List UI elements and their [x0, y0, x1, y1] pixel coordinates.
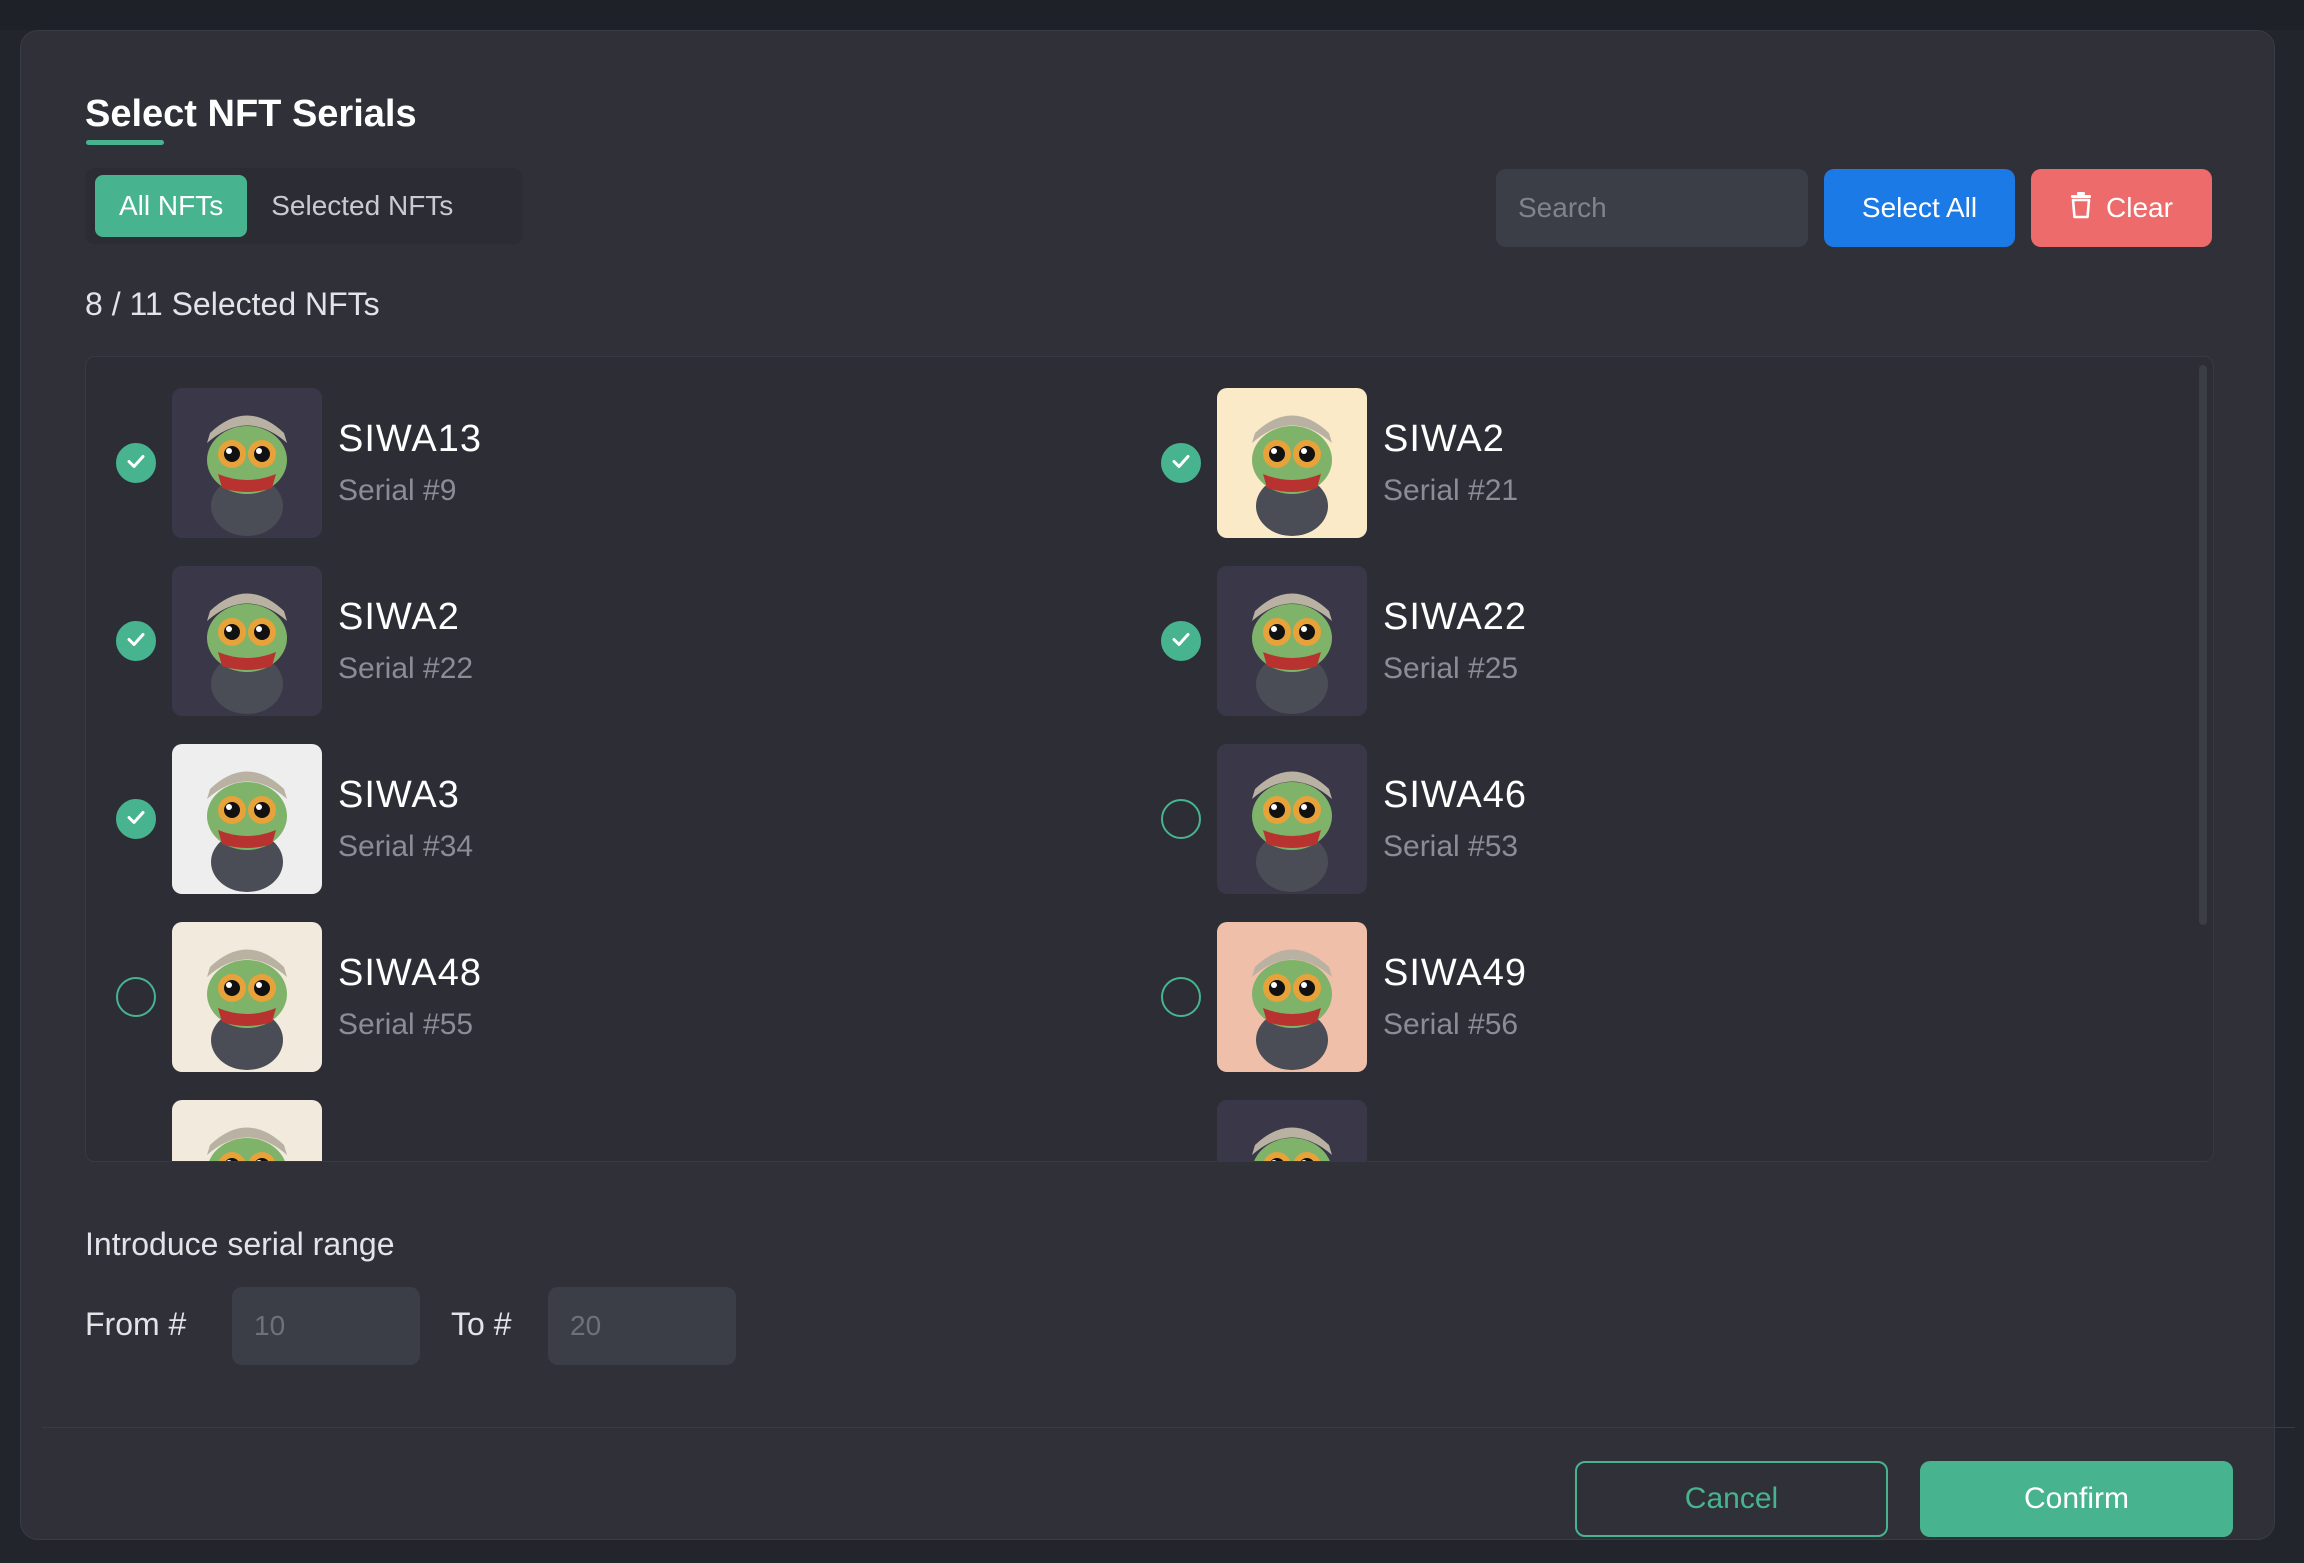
clear-label: Clear: [2106, 192, 2173, 223]
nft-name: SIWA3: [338, 774, 460, 816]
nft-name: SIWA48: [338, 952, 482, 994]
list-scrollbar[interactable]: [2199, 365, 2207, 925]
nft-name: SIWA46: [1383, 774, 1527, 816]
nft-thumbnail: [172, 922, 322, 1072]
select-checkbox[interactable]: [1161, 621, 1201, 661]
nft-thumbnail: [172, 566, 322, 716]
list-item[interactable]: SIWA2 Serial #22: [116, 566, 1016, 716]
list-item[interactable]: SIWA48 Serial #55: [116, 922, 1016, 1072]
select-checkbox[interactable]: [116, 621, 156, 661]
list-item[interactable]: SIWA2 Serial #21: [1161, 388, 2061, 538]
select-nft-serials-modal: Select NFT Serials All NFTs Selected NFT…: [20, 30, 2295, 1540]
nft-serial: Serial #56: [1383, 1008, 1519, 1041]
check-icon: [124, 449, 148, 478]
confirm-button[interactable]: Confirm: [1920, 1461, 2233, 1537]
app-backdrop: [0, 0, 2304, 30]
from-label: From #: [85, 1306, 187, 1342]
nft-serial: Serial #9: [338, 474, 457, 507]
check-icon: [1169, 449, 1193, 478]
nft-name: SIWA13: [338, 418, 482, 460]
search-input[interactable]: [1496, 169, 1808, 247]
list-item[interactable]: SIWA13 Serial #9: [116, 388, 1016, 538]
check-icon: [124, 627, 148, 656]
check-icon: [124, 805, 148, 834]
serial-range-label: Introduce serial range: [85, 1226, 395, 1262]
nft-name: SIWA22: [1383, 596, 1527, 638]
to-serial-input[interactable]: [548, 1287, 736, 1365]
check-icon: [1169, 627, 1193, 656]
select-all-button[interactable]: Select All: [1824, 169, 2015, 247]
nft-serial: Serial #22: [338, 652, 474, 685]
clear-button[interactable]: Clear: [2031, 169, 2212, 247]
to-label: To #: [451, 1306, 512, 1342]
tab-all-nfts[interactable]: All NFTs: [95, 175, 248, 237]
select-checkbox[interactable]: [1161, 977, 1201, 1017]
confirm-label: Confirm: [2023, 1482, 2129, 1515]
cancel-button[interactable]: Cancel: [1575, 1461, 1888, 1537]
nft-thumbnail: [1217, 566, 1367, 716]
nft-name: SIWA2: [338, 596, 460, 638]
select-checkbox[interactable]: [1161, 799, 1201, 839]
list-item[interactable]: SIWA46 Serial #53: [1161, 744, 2061, 894]
list-item-partial[interactable]: [116, 1100, 1016, 1161]
nft-thumbnail: [172, 1100, 322, 1161]
modal-title: Select NFT Serials: [85, 93, 417, 135]
select-all-label: Select All: [1861, 192, 1978, 223]
nft-serial: Serial #21: [1383, 474, 1519, 507]
nft-thumbnail: [1217, 744, 1367, 894]
list-item[interactable]: SIWA49 Serial #56: [1161, 922, 2061, 1072]
trash-icon: [2070, 191, 2092, 226]
nft-thumbnail: [172, 388, 322, 538]
nft-thumbnail: [1217, 1100, 1367, 1161]
select-checkbox[interactable]: [116, 443, 156, 483]
nft-tabs: All NFTs Selected NFTs: [85, 168, 523, 244]
nft-serial: Serial #34: [338, 830, 474, 863]
nft-serial: Serial #25: [1383, 652, 1519, 685]
tab-selected-nfts[interactable]: Selected NFTs: [247, 175, 477, 237]
nft-list[interactable]: SIWA13 Serial #9 SIWA2 Serial #21 SIWA2 Seria…: [85, 356, 2214, 1162]
select-checkbox[interactable]: [116, 977, 156, 1017]
list-item[interactable]: SIWA22 Serial #25: [1161, 566, 2061, 716]
select-checkbox[interactable]: [1161, 443, 1201, 483]
footer-divider: [42, 1427, 2295, 1428]
nft-thumbnail: [172, 744, 322, 894]
list-item-partial[interactable]: [1161, 1100, 2061, 1161]
list-item[interactable]: SIWA3 Serial #34: [116, 744, 1016, 894]
nft-serial: Serial #55: [338, 1008, 474, 1041]
nft-thumbnail: [1217, 388, 1367, 538]
cancel-label: Cancel: [1684, 1482, 1779, 1515]
nft-thumbnail: [1217, 922, 1367, 1072]
nft-serial: Serial #53: [1383, 830, 1519, 863]
selected-count: 8 / 11 Selected NFTs: [85, 286, 380, 322]
from-serial-input[interactable]: [232, 1287, 420, 1365]
nft-name: SIWA49: [1383, 952, 1527, 994]
nft-name: SIWA2: [1383, 418, 1505, 460]
title-underline: [86, 140, 164, 145]
select-checkbox[interactable]: [116, 799, 156, 839]
